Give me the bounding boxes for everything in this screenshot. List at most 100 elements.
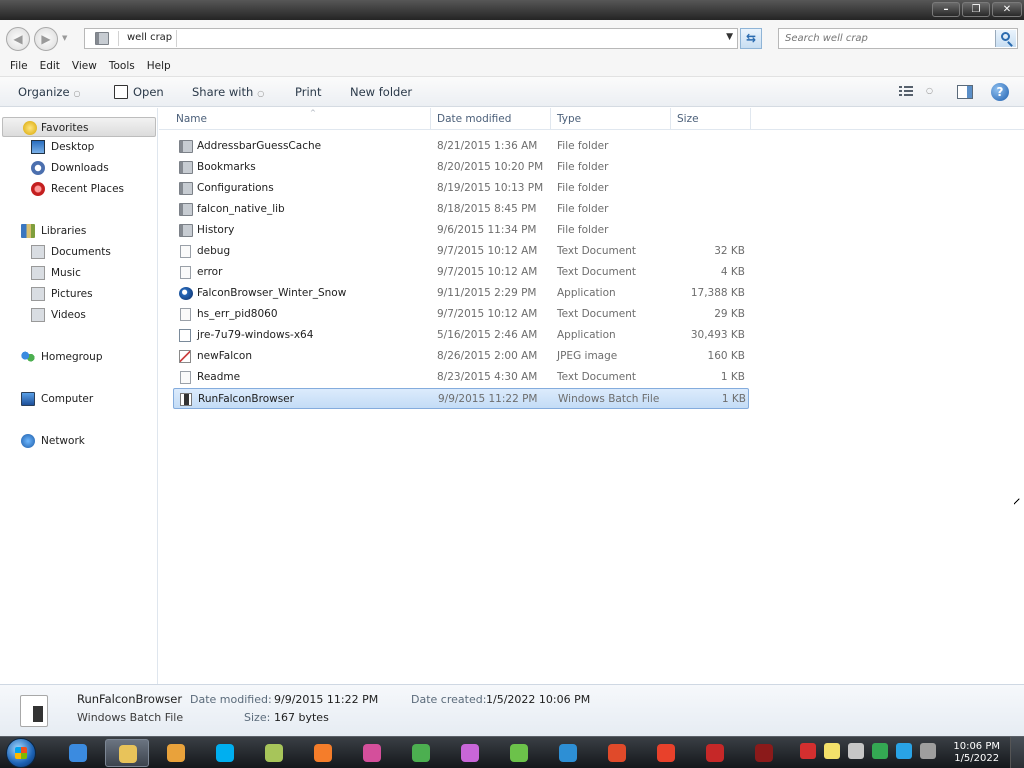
acrobat-icon [608, 744, 626, 762]
taskbar-button[interactable] [350, 739, 394, 767]
taskbar-button[interactable] [693, 739, 737, 767]
file-row[interactable]: error 9/7/2015 10:12 AM Text Document 4 KB [173, 262, 749, 283]
file-row[interactable]: History 9/6/2015 11:34 PM File folder [173, 220, 749, 241]
change-view-icon[interactable] [899, 86, 913, 98]
search-icon [1001, 32, 1010, 41]
network-icon [21, 434, 35, 448]
search-button[interactable] [995, 30, 1016, 47]
column-header-date[interactable]: Date modified [431, 108, 551, 130]
open-button[interactable]: Open [133, 85, 164, 99]
monitor-tray-icon[interactable] [896, 743, 912, 759]
nav-recent-places[interactable]: Recent Places [31, 179, 151, 199]
menu-file[interactable]: File [4, 56, 34, 76]
minimize-button[interactable]: – [932, 2, 960, 17]
nav-videos-label: Videos [51, 309, 86, 321]
taskbar-button[interactable] [154, 739, 198, 767]
menu-view[interactable]: View [66, 56, 103, 76]
nav-homegroup[interactable]: Homegroup [21, 347, 151, 367]
taskbar-clock[interactable]: 10:06 PM 1/5/2022 [953, 741, 1000, 765]
file-size: 32 KB [714, 245, 745, 257]
file-row[interactable]: Readme 8/23/2015 4:30 AM Text Document 1 KB [173, 367, 749, 388]
back-button[interactable]: ◀ [6, 27, 30, 51]
file-size: 17,388 KB [690, 287, 745, 299]
details-modified-value: 9/9/2015 11:22 PM [274, 693, 379, 706]
column-header-size[interactable]: Size [671, 108, 751, 130]
file-row[interactable]: hs_err_pid8060 9/7/2015 10:12 AM Text Docu… [173, 304, 749, 325]
taskbar-button[interactable] [448, 739, 492, 767]
column-header-name[interactable]: Name ^ [170, 108, 431, 130]
taskbar-button[interactable] [252, 739, 296, 767]
nav-favorites[interactable]: Favorites [2, 117, 156, 137]
file-type: JPEG image [557, 350, 618, 362]
taskbar-button[interactable] [399, 739, 443, 767]
share-with-button[interactable]: Share with ○ [192, 85, 264, 101]
file-date-modified: 9/7/2015 10:12 AM [437, 266, 538, 278]
nav-downloads[interactable]: Downloads [31, 158, 151, 178]
taskbar-button[interactable] [56, 739, 100, 767]
nav-network[interactable]: Network [21, 431, 151, 451]
flag-tray-icon[interactable] [872, 743, 888, 759]
new-folder-button[interactable]: New folder [350, 85, 412, 99]
taskbar-button[interactable] [595, 739, 639, 767]
file-type: Text Document [557, 245, 636, 257]
taskbar-button[interactable] [497, 739, 541, 767]
nav-videos[interactable]: Videos [31, 305, 151, 325]
nav-homegroup-label: Homegroup [41, 351, 103, 363]
refresh-button[interactable]: ⇆ [740, 28, 762, 49]
file-row[interactable]: newFalcon 8/26/2015 2:00 AM JPEG image 160 … [173, 346, 749, 367]
nav-documents[interactable]: Documents [31, 242, 151, 262]
maximize-button[interactable]: ❐ [962, 2, 990, 17]
menu-help[interactable]: Help [141, 56, 177, 76]
organize-dropdown-icon: ○ [73, 89, 81, 98]
taskbar-button[interactable] [742, 739, 786, 767]
file-row[interactable]: RunFalconBrowser 9/9/2015 11:22 PM Windows… [173, 388, 749, 409]
recent-pages-dropdown[interactable]: ▼ [62, 34, 67, 42]
search-input[interactable] [779, 29, 993, 48]
nav-libraries[interactable]: Libraries [21, 221, 151, 241]
nav-computer-label: Computer [41, 393, 94, 405]
print-button[interactable]: Print [295, 85, 321, 99]
breadcrumb-current[interactable]: well crap [123, 30, 178, 47]
share-with-dropdown-icon: ○ [257, 89, 265, 98]
help-icon[interactable]: ? [991, 83, 1009, 101]
nav-computer[interactable]: Computer [21, 389, 151, 409]
file-row[interactable]: falcon_native_lib 8/18/2015 8:45 PM File f… [173, 199, 749, 220]
file-row[interactable]: FalconBrowser_Winter_Snow 9/11/2015 2:29 … [173, 283, 749, 304]
details-filetype: Windows Batch File [77, 711, 184, 724]
file-list-area: Name ^ Date modified Type Size Addressba… [159, 108, 1024, 684]
nav-pictures[interactable]: Pictures [31, 284, 151, 304]
preview-pane-icon[interactable] [957, 85, 973, 99]
taskbar-button[interactable] [203, 739, 247, 767]
nav-desktop[interactable]: Desktop [31, 137, 151, 157]
downloads-icon [31, 161, 45, 175]
file-date-modified: 8/21/2015 1:36 AM [437, 140, 538, 152]
taskbar-button[interactable] [546, 739, 590, 767]
column-header-type[interactable]: Type [551, 108, 671, 130]
acrobat-tray-icon[interactable] [800, 743, 816, 759]
file-row[interactable]: AddressbarGuessCache 8/21/2015 1:36 AM Fil… [173, 136, 749, 157]
file-date-modified: 8/26/2015 2:00 AM [437, 350, 538, 362]
volume-tray-icon[interactable] [920, 743, 936, 759]
view-options-dropdown-icon[interactable]: ○ [926, 86, 933, 95]
file-row[interactable]: Configurations 8/19/2015 10:13 PM File fol… [173, 178, 749, 199]
start-button[interactable] [6, 738, 36, 768]
file-row[interactable]: Bookmarks 8/20/2015 10:20 PM File folder [173, 157, 749, 178]
file-row[interactable]: jre-7u79-windows-x64 5/16/2015 2:46 AM App… [173, 325, 749, 346]
file-date-modified: 8/20/2015 10:20 PM [437, 161, 544, 173]
address-bar[interactable]: well crap ▼ [84, 28, 738, 49]
address-history-dropdown[interactable]: ▼ [726, 32, 733, 42]
taskbar-button[interactable] [105, 739, 149, 767]
check-tray-icon[interactable] [848, 743, 864, 759]
menu-tools[interactable]: Tools [103, 56, 141, 76]
show-desktop-button[interactable] [1010, 737, 1024, 768]
nav-music[interactable]: Music [31, 263, 151, 283]
menu-edit[interactable]: Edit [34, 56, 66, 76]
organize-button[interactable]: Organize ○ [18, 85, 81, 101]
file-type: File folder [557, 161, 609, 173]
taskbar-button[interactable] [644, 739, 688, 767]
close-button[interactable]: ✕ [992, 2, 1022, 17]
taskbar-button[interactable] [301, 739, 345, 767]
forward-button[interactable]: ▶ [34, 27, 58, 51]
file-row[interactable]: debug 9/7/2015 10:12 AM Text Document 32 KB [173, 241, 749, 262]
notes-tray-icon[interactable] [824, 743, 840, 759]
